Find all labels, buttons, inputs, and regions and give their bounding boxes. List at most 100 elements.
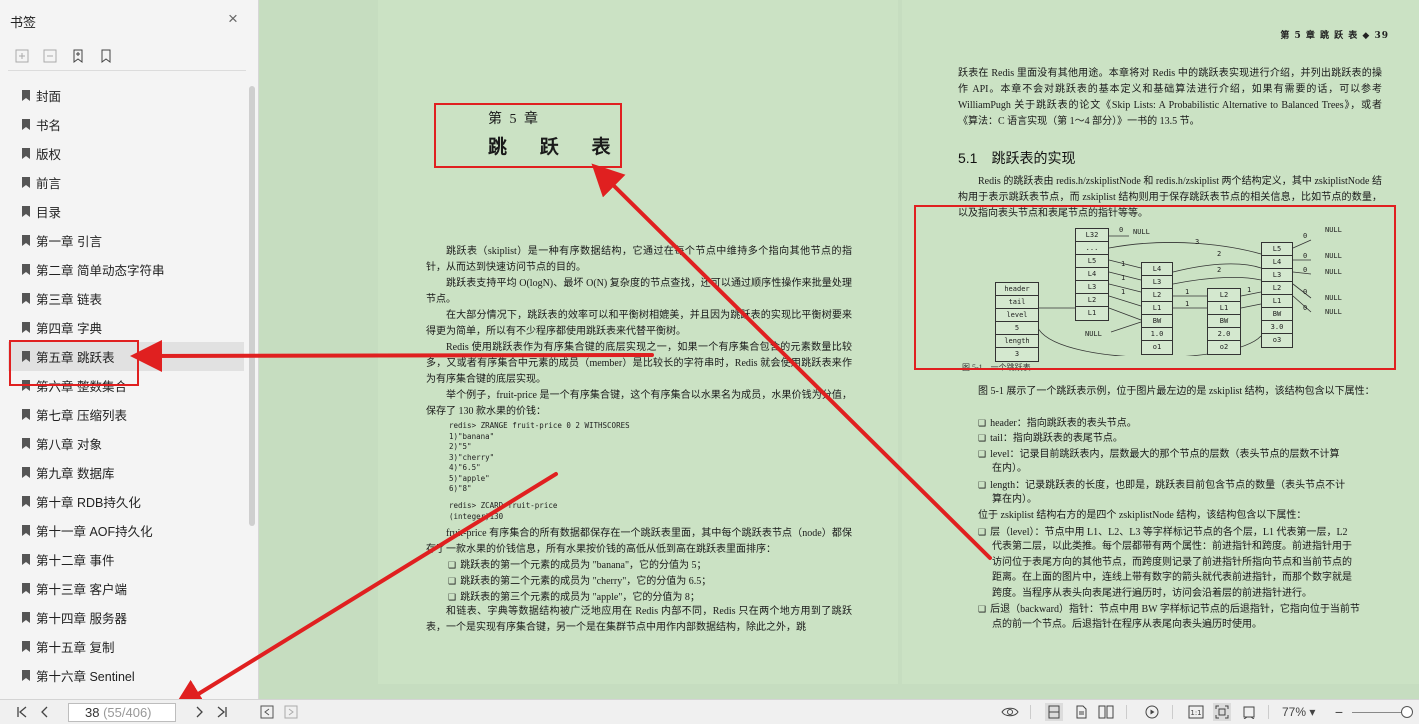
- zoom-out-button[interactable]: −: [1330, 703, 1348, 721]
- bookmark-item[interactable]: 第一章 引言: [8, 226, 244, 255]
- bookmark-icon: [22, 409, 30, 420]
- expand-all-icon[interactable]: [12, 46, 32, 66]
- back-history-icon[interactable]: [258, 703, 276, 721]
- bookmark-icon: [22, 264, 30, 275]
- paragraph: 位于 zskiplist 结构右方的是四个 zskiplistNode 结构，该…: [978, 510, 1307, 521]
- bookmark-label: 第十六章 Sentinel: [36, 670, 135, 684]
- bookmark-icon: [22, 119, 30, 130]
- bookmark-item[interactable]: 第二章 简单动态字符串: [8, 255, 244, 284]
- sidebar-scrollbar[interactable]: [249, 86, 255, 526]
- bookmark-label: 第八章 对象: [36, 438, 102, 452]
- add-bookmark-icon[interactable]: [68, 46, 88, 66]
- bookmark-label: 第十一章 AOF持久化: [36, 525, 153, 539]
- bookmark-item[interactable]: 第四章 字典: [8, 313, 244, 342]
- bookmark-item[interactable]: 第九章 数据库: [8, 458, 244, 487]
- code-block: redis> ZCARD fruit-price (integer)130: [449, 501, 558, 521]
- two-page-icon[interactable]: [1097, 703, 1115, 721]
- actual-size-icon[interactable]: 1:1: [1187, 703, 1205, 721]
- bookmark-item[interactable]: 封面: [8, 81, 244, 110]
- continuous-scroll-icon[interactable]: [1045, 703, 1063, 721]
- bookmark-item[interactable]: 书名: [8, 110, 244, 139]
- bookmark-item[interactable]: 第十章 RDB持久化: [8, 487, 244, 516]
- bookmark-icon: [22, 525, 30, 536]
- bookmark-item[interactable]: 第十六章 Sentinel: [8, 661, 244, 690]
- paragraph: 跃表在 Redis 里面没有其他用途。本章将对 Redis 中的跳跃表实现进行介…: [958, 68, 1382, 127]
- play-icon[interactable]: [1143, 703, 1161, 721]
- paragraph: 在大部分情况下，跳跃表的效率可以和平衡树相媲美，并且因为跳跃表的实现比平衡树要来…: [426, 310, 852, 337]
- bookmark-icon: [22, 496, 30, 507]
- bookmark-icon: [22, 670, 30, 681]
- bookmark-icon: [22, 235, 30, 246]
- pdf-reader-window: 书签 × 封面书名版权前言目录第一章 引言第二章 简单动态字符串 第三章 链表 第四…: [0, 0, 1419, 724]
- bullet-continuation: 访问位于表尾方向的其他节点，而跨度则记录了前进指针所指向节点和当前节点的: [992, 557, 1352, 568]
- bookmark-label: 第二章 简单动态字符串: [36, 264, 165, 278]
- bookmark-icon: [22, 90, 30, 101]
- next-page-button[interactable]: [190, 703, 208, 721]
- bookmark-icon: [22, 467, 30, 478]
- bookmark-item[interactable]: 目录: [8, 197, 244, 226]
- sidebar-toolbar: [12, 46, 116, 66]
- bookmark-icon: [22, 583, 30, 594]
- bookmark-label: 目录: [36, 206, 62, 220]
- bookmark-icon: [22, 206, 30, 217]
- bookmark-item[interactable]: 第十五章 复制: [8, 632, 244, 661]
- bookmark-label: 版权: [36, 148, 62, 162]
- bookmark-label: 封面: [36, 90, 62, 104]
- bullet-continuation: 点的前一个节点。后退指针在程序从表尾向表头遍历时使用。: [992, 619, 1262, 630]
- bookmark-item[interactable]: 第十四章 服务器: [8, 603, 244, 632]
- annotation-box-toc-item: [9, 340, 139, 386]
- bookmark-icon: [22, 612, 30, 623]
- zoom-slider-knob[interactable]: [1401, 706, 1413, 718]
- last-page-button[interactable]: [213, 703, 231, 721]
- bullet-continuation: 算在内）。: [992, 494, 1037, 505]
- bookmark-item[interactable]: 前言: [8, 168, 244, 197]
- paragraph: Redis 使用跳跃表作为有序集合键的底层实现之一，如果一个有序集合包含的元素数…: [426, 342, 852, 385]
- section-title: 5.1 跳跃表的实现: [958, 150, 1076, 166]
- bookmark-label: 第三章 链表: [36, 293, 102, 307]
- bookmark-icon: [22, 148, 30, 159]
- bullet-continuation: 代表第二层，以此类推。每个层都带有两个属性：前进指针和跨度。前进指针用于: [992, 541, 1352, 552]
- bookmark-icon[interactable]: [96, 46, 116, 66]
- close-sidebar-button[interactable]: ×: [224, 10, 242, 28]
- bookmark-item[interactable]: 第七章 压缩列表: [8, 400, 244, 429]
- bullet-item: 跳跃表的第二个元素的成员为 "cherry"，它的分值为 6.5；: [448, 573, 711, 590]
- bookmark-item[interactable]: 版权: [8, 139, 244, 168]
- bookmark-label: 第十章 RDB持久化: [36, 496, 141, 510]
- separator: [1126, 705, 1127, 719]
- sidebar-title: 书签: [10, 15, 37, 30]
- fit-page-icon[interactable]: [1213, 703, 1231, 721]
- first-page-button[interactable]: [13, 703, 31, 721]
- sidebar-divider: [8, 70, 246, 71]
- bookmark-label: 第四章 字典: [36, 322, 102, 336]
- bookmark-item[interactable]: 第十二章 事件: [8, 545, 244, 574]
- page-number-input[interactable]: 38 (55/406): [68, 703, 176, 722]
- eye-care-icon[interactable]: [1001, 703, 1019, 721]
- paragraph: 跳跃表支持平均 O(logN)、最坏 O(N) 复杂度的节点查找，还可以通过顺序…: [426, 278, 852, 305]
- bookmark-icon: [22, 177, 30, 188]
- bookmark-item[interactable]: 第十三章 客户端: [8, 574, 244, 603]
- prev-page-button[interactable]: [36, 703, 54, 721]
- collapse-all-icon[interactable]: [40, 46, 60, 66]
- bookmark-label: 前言: [36, 177, 62, 191]
- paragraph: 图 5-1 展示了一个跳跃表示例，位于图片最左边的是 zskiplist 结构，…: [978, 386, 1375, 397]
- zoom-level[interactable]: 77% ▾: [1282, 705, 1315, 719]
- bookmark-label: 第九章 数据库: [36, 467, 115, 481]
- single-page-icon[interactable]: [1072, 703, 1090, 721]
- bookmark-icon: [22, 322, 30, 333]
- bookmark-label: 第十四章 服务器: [36, 612, 127, 626]
- paragraph: 和链表、字典等数据结构被广泛地应用在 Redis 内部不同，Redis 只在两个…: [426, 606, 852, 633]
- fit-width-icon[interactable]: [1240, 703, 1258, 721]
- zoom-slider-track[interactable]: [1352, 712, 1407, 713]
- bookmark-item[interactable]: 第三章 链表: [8, 284, 244, 313]
- bullet-item: tail：指向跳跃表的表尾节点。: [978, 430, 1123, 447]
- forward-history-icon[interactable]: [282, 703, 300, 721]
- bookmark-label: 第十三章 客户端: [36, 583, 127, 597]
- bookmark-icon: [22, 641, 30, 652]
- running-head: 第 5 章 跳 跃 表 ◆ 39: [1280, 31, 1389, 41]
- bookmark-item[interactable]: 第八章 对象: [8, 429, 244, 458]
- bookmark-item[interactable]: 第十一章 AOF持久化: [8, 516, 244, 545]
- paragraph: 举个例子，fruit-price 是一个有序集合键，这个有序集合以水果名为成员，…: [426, 390, 852, 417]
- separator: [1268, 705, 1269, 719]
- annotation-box-chapter-title: [434, 103, 622, 168]
- bullet-item: 跳跃表的第一个元素的成员为 "banana"，它的分值为 5；: [448, 557, 706, 574]
